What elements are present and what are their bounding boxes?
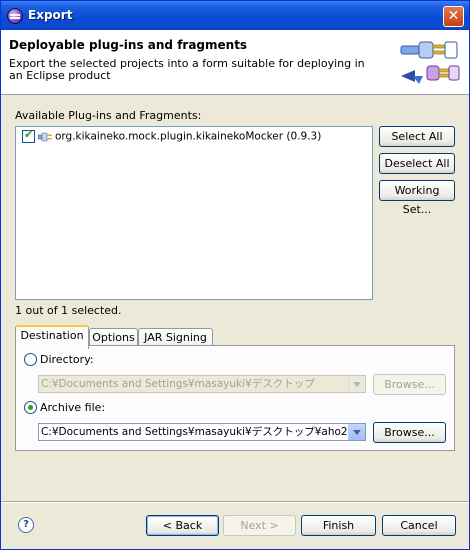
back-button[interactable]: < Back <box>146 515 219 536</box>
archive-file-radio[interactable] <box>24 401 37 414</box>
working-set-button[interactable]: Working Set... <box>379 180 455 216</box>
plugin-icon <box>38 132 52 141</box>
selection-status: 1 out of 1 selected. <box>15 304 122 317</box>
export-dialog: Export ✕ Deployable plug-ins and fragmen… <box>0 0 470 550</box>
page-description: Export the selected projects into a form… <box>9 57 365 82</box>
list-item[interactable]: ✔ org.kikaineko.mock.plugin.kikainekoMoc… <box>22 128 322 144</box>
footer-separator <box>1 501 469 503</box>
finish-button[interactable]: Finish <box>301 515 376 536</box>
title-bar[interactable]: Export ✕ <box>1 1 469 30</box>
directory-value: C:¥Documents and Settings¥masayuki¥デスクトッ… <box>41 378 315 390</box>
cancel-button[interactable]: Cancel <box>382 515 456 536</box>
directory-radio[interactable] <box>24 353 37 366</box>
plugin-label: org.kikaineko.mock.plugin.kikainekoMocke… <box>55 130 322 143</box>
wizard-header: Deployable plug-ins and fragments Export… <box>1 30 469 95</box>
archive-file-combo[interactable]: C:¥Documents and Settings¥masayuki¥デスクトッ… <box>38 423 366 441</box>
check-icon: ✔ <box>24 128 34 141</box>
archive-browse-button[interactable]: Browse... <box>373 422 446 443</box>
eclipse-icon <box>7 8 23 24</box>
help-icon[interactable]: ? <box>18 517 34 533</box>
available-plugins-label: Available Plug-ins and Fragments: <box>15 109 202 122</box>
directory-browse-button[interactable]: Browse... <box>373 374 446 395</box>
page-title: Deployable plug-ins and fragments <box>9 38 248 52</box>
select-all-button[interactable]: Select All <box>379 126 455 147</box>
deselect-all-button[interactable]: Deselect All <box>379 153 455 174</box>
chevron-down-icon[interactable] <box>348 376 365 392</box>
archive-file-label: Archive file: <box>40 401 106 414</box>
next-button[interactable]: Next > <box>223 515 296 536</box>
plugin-checkbox[interactable]: ✔ <box>22 128 35 143</box>
plugin-export-banner-icon <box>400 41 460 84</box>
directory-combo[interactable]: C:¥Documents and Settings¥masayuki¥デスクトッ… <box>38 375 366 393</box>
tab-destination[interactable]: Destination <box>15 325 89 349</box>
chevron-down-icon[interactable] <box>348 424 365 440</box>
archive-file-value: C:¥Documents and Settings¥masayuki¥デスクトッ… <box>41 426 366 438</box>
close-button[interactable]: ✕ <box>443 6 464 27</box>
window-title: Export <box>28 8 73 22</box>
directory-label: Directory: <box>40 353 94 366</box>
plugins-list[interactable]: ✔ org.kikaineko.mock.plugin.kikainekoMoc… <box>15 126 373 300</box>
